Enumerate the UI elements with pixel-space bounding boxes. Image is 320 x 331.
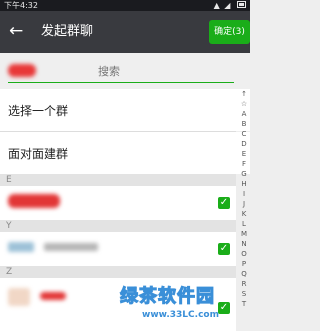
index-letter[interactable]: ↑ [238, 89, 250, 99]
signal-icon: ▲ ◢ [213, 1, 232, 10]
section-letter: Y [6, 221, 12, 231]
page-title: 发起群聊 [41, 24, 94, 39]
section-letter: Z [6, 267, 13, 277]
index-letter[interactable]: H [238, 179, 250, 189]
search-row [0, 53, 250, 89]
battery-icon [237, 1, 246, 8]
index-letter[interactable]: G [238, 169, 250, 179]
toolbar: ← 发起群聊 确定(3) [0, 11, 250, 53]
index-letter[interactable]: D [238, 139, 250, 149]
watermark-text: 绿茶软件园 [120, 286, 215, 308]
index-letter[interactable]: I [238, 189, 250, 199]
index-letter[interactable]: N [238, 239, 250, 249]
search-input[interactable] [98, 65, 218, 78]
status-bar: 下午4:32 ▲ ◢ [0, 0, 250, 11]
contact-avatar [8, 194, 60, 208]
selected-member-avatar[interactable] [8, 64, 36, 77]
section-letter: E [6, 175, 12, 185]
confirm-button[interactable]: 确定(3) [209, 20, 250, 44]
menu-select-group-label: 选择一个群 [8, 104, 69, 118]
menu-face-to-face-label: 面对面建群 [8, 147, 69, 161]
contact-avatar [8, 288, 30, 306]
status-icons: ▲ ◢ [214, 0, 246, 11]
contact-name [44, 243, 98, 251]
index-letter[interactable]: Q [238, 269, 250, 279]
index-letter[interactable]: L [238, 219, 250, 229]
menu-select-group[interactable]: 选择一个群 [0, 89, 250, 131]
index-letter[interactable]: ☆ [238, 99, 250, 109]
index-letter[interactable]: C [238, 129, 250, 139]
checkbox-checked[interactable]: ✓ [218, 197, 230, 209]
index-letter[interactable]: O [238, 249, 250, 259]
index-letter[interactable]: P [238, 259, 250, 269]
index-letter[interactable]: J [238, 199, 250, 209]
contact-row[interactable]: ✓ [0, 186, 236, 220]
menu-face-to-face[interactable]: 面对面建群 [0, 132, 250, 174]
contact-row[interactable]: ✓ [0, 232, 236, 266]
back-arrow-icon[interactable]: ← [9, 21, 23, 41]
index-letter[interactable]: A [238, 109, 250, 119]
watermark-logo: 绿茶软件园 www.33LC.com [120, 282, 250, 330]
section-header-y: Y [0, 220, 236, 232]
checkbox-checked[interactable]: ✓ [218, 243, 230, 255]
contact-name [40, 292, 66, 300]
section-header-z: Z [0, 266, 236, 278]
index-letter[interactable]: M [238, 229, 250, 239]
search-underline [8, 82, 234, 83]
contact-avatar [8, 242, 34, 252]
index-letter[interactable]: B [238, 119, 250, 129]
status-time: 下午4:32 [4, 1, 38, 10]
index-letter[interactable]: K [238, 209, 250, 219]
watermark-url: www.33LC.com [142, 310, 219, 320]
section-header-e: E [0, 174, 236, 186]
index-letter[interactable]: F [238, 159, 250, 169]
index-letter[interactable]: E [238, 149, 250, 159]
